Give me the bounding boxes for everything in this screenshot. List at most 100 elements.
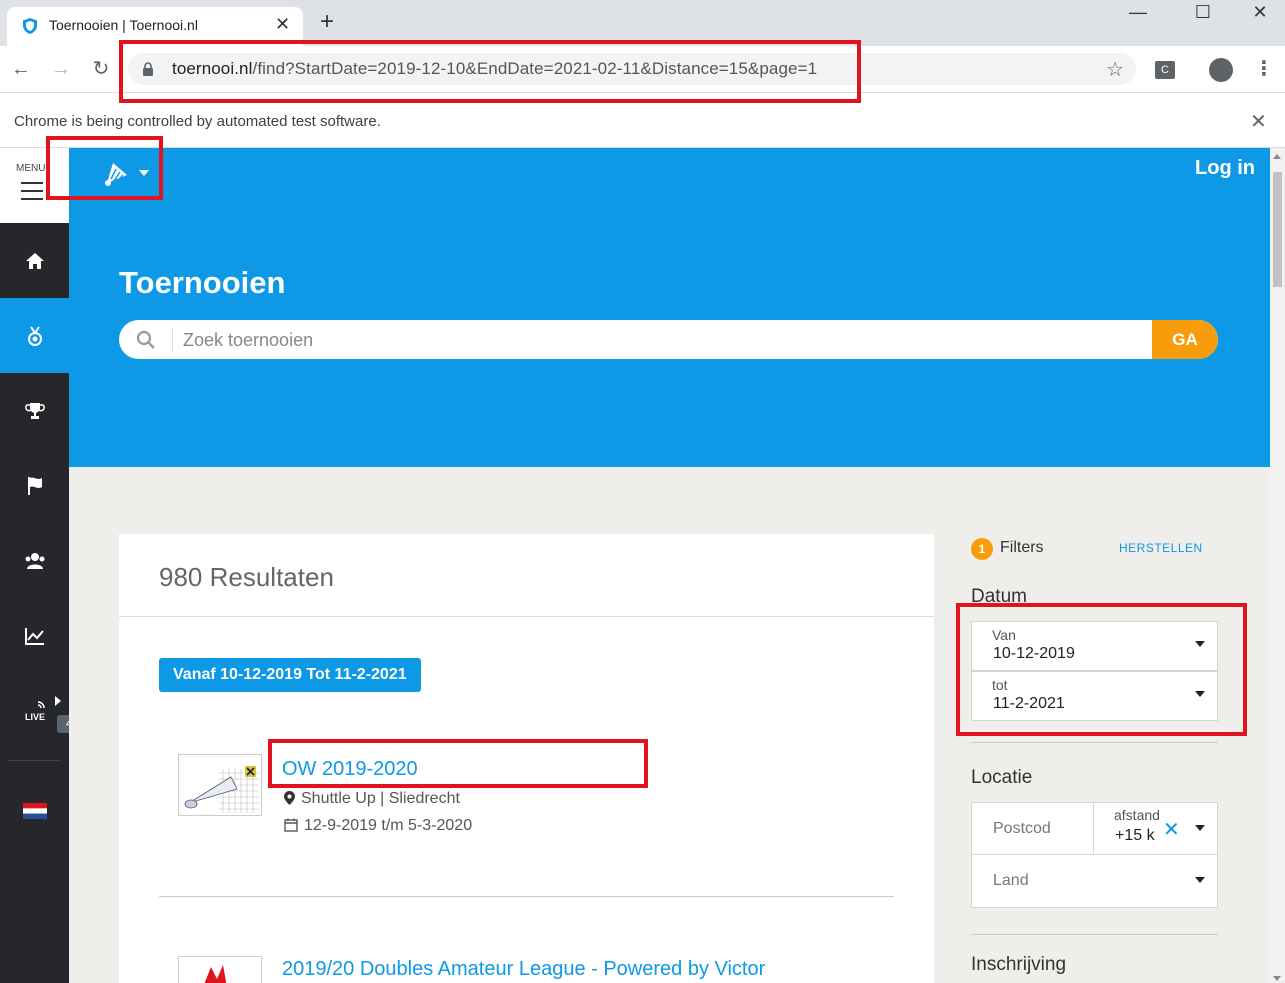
reset-filters-link[interactable]: HERSTELLEN bbox=[1119, 541, 1203, 555]
calendar-icon bbox=[284, 818, 298, 832]
address-bar[interactable]: toernooi.nl/find?StartDate=2019-12-10&En… bbox=[128, 53, 1136, 85]
tournament-title-link[interactable]: OW 2019-2020 bbox=[282, 758, 418, 781]
clear-distance-icon[interactable]: ✕ bbox=[1163, 817, 1180, 842]
nav-tournaments[interactable] bbox=[0, 298, 69, 373]
scroll-thumb[interactable] bbox=[1273, 172, 1282, 287]
filter-count-badge: 1 bbox=[971, 538, 993, 560]
browser-tab[interactable]: Toernooien | Toernooi.nl ✕ bbox=[7, 7, 303, 46]
filters-label: Filters bbox=[1000, 539, 1044, 556]
extension-icon[interactable]: C bbox=[1155, 61, 1175, 79]
country-placeholder: Land bbox=[993, 872, 1029, 889]
nav-players[interactable] bbox=[0, 523, 69, 598]
date-to-select[interactable]: tot 11-2-2021 bbox=[971, 671, 1218, 721]
nav-live[interactable]: LIVE bbox=[0, 673, 69, 748]
url-text: toernooi.nl/find?StartDate=2019-12-10&En… bbox=[172, 59, 818, 78]
automation-infobar: Chrome is being controlled by automated … bbox=[0, 93, 1285, 148]
maximize-icon[interactable]: ☐ bbox=[1183, 2, 1223, 26]
medal-icon bbox=[27, 325, 42, 346]
page-scrollbar[interactable] bbox=[1270, 148, 1285, 983]
profile-icon[interactable] bbox=[1209, 58, 1233, 82]
scroll-down-icon[interactable] bbox=[1273, 976, 1281, 981]
more-menu-icon[interactable]: ⋮ bbox=[1254, 56, 1274, 82]
users-icon bbox=[25, 552, 44, 569]
menu-button[interactable]: MENU bbox=[0, 148, 69, 223]
tournament-logo[interactable] bbox=[178, 754, 262, 816]
shield-favicon-icon bbox=[23, 18, 37, 34]
expand-arrow-icon[interactable] bbox=[54, 696, 62, 706]
left-navigation: MENU LIVE 4 bbox=[0, 148, 81, 983]
nav-language[interactable] bbox=[0, 773, 69, 848]
sport-switch-button[interactable] bbox=[87, 154, 157, 192]
hamburger-icon bbox=[21, 182, 43, 206]
caret-down-icon bbox=[1195, 691, 1205, 697]
minimize-icon[interactable]: — bbox=[1118, 2, 1158, 26]
distance-select[interactable]: afstand +15 k ✕ bbox=[1093, 802, 1218, 855]
tab-title: Toernooien | Toernooi.nl bbox=[49, 17, 198, 33]
browser-tabstrip: Toernooien | Toernooi.nl ✕ + — ☐ ✕ bbox=[0, 0, 1285, 46]
shuttlecock-icon bbox=[105, 163, 127, 186]
postcode-placeholder: Postcod bbox=[993, 820, 1051, 837]
datum-title: Datum bbox=[971, 586, 1027, 607]
search-input[interactable] bbox=[183, 326, 1143, 354]
date-from-value: 10-12-2019 bbox=[993, 645, 1075, 662]
section-divider bbox=[971, 934, 1218, 935]
country-select[interactable]: Land bbox=[971, 854, 1218, 908]
tab-close-icon[interactable]: ✕ bbox=[275, 14, 290, 35]
card-divider bbox=[119, 616, 934, 617]
login-link[interactable]: Log in bbox=[1195, 157, 1255, 180]
infobar-text: Chrome is being controlled by automated … bbox=[14, 113, 381, 130]
scroll-up-icon[interactable] bbox=[1273, 154, 1281, 159]
infobar-close-icon[interactable]: ✕ bbox=[1250, 109, 1267, 134]
close-window-icon[interactable]: ✕ bbox=[1240, 2, 1280, 26]
tournament-title-link[interactable]: 2019/20 Doubles Amateur League - Powered… bbox=[282, 958, 765, 981]
locatie-title: Locatie bbox=[971, 767, 1033, 788]
date-from-select[interactable]: Van 10-12-2019 bbox=[971, 621, 1218, 671]
lock-icon bbox=[143, 62, 153, 76]
new-tab-icon[interactable]: + bbox=[320, 10, 334, 34]
results-panel: 980 Resultaten Vanaf 10-12-2019 Tot 11-2… bbox=[119, 534, 934, 983]
caret-down-icon bbox=[1195, 825, 1205, 831]
home-icon bbox=[25, 252, 44, 269]
search-bar: GA bbox=[119, 320, 1218, 359]
caret-down-icon bbox=[1195, 877, 1205, 883]
nav-rankings[interactable] bbox=[0, 598, 69, 673]
tournament-dates: 12-9-2019 t/m 5-3-2020 bbox=[284, 817, 472, 835]
league-logo-image bbox=[179, 957, 261, 983]
browser-toolbar: ← → ↻ toernooi.nl/find?StartDate=2019-12… bbox=[0, 46, 1285, 93]
forward-icon[interactable]: → bbox=[48, 56, 74, 82]
dutch-flag-icon bbox=[22, 802, 47, 819]
back-icon[interactable]: ← bbox=[8, 56, 34, 82]
page-header: Log in Toernooien GA bbox=[69, 148, 1285, 467]
caret-down-icon bbox=[1195, 641, 1205, 647]
map-pin-icon bbox=[284, 791, 295, 805]
club-logo-image bbox=[181, 757, 261, 815]
date-from-label: Van bbox=[992, 627, 1016, 643]
search-submit-button[interactable]: GA bbox=[1152, 320, 1218, 359]
postcode-input[interactable]: Postcod bbox=[971, 802, 1094, 855]
tournament-location: Shuttle Up | Sliedrecht bbox=[284, 790, 460, 808]
results-count: 980 Resultaten bbox=[159, 562, 334, 592]
reload-icon[interactable]: ↻ bbox=[88, 56, 114, 82]
date-to-label: tot bbox=[992, 677, 1008, 693]
chevron-down-icon bbox=[139, 170, 149, 176]
nav-clubs[interactable] bbox=[0, 448, 69, 523]
nav-leagues[interactable] bbox=[0, 373, 69, 448]
svg-text:LIVE: LIVE bbox=[25, 712, 45, 722]
date-to-value: 11-2-2021 bbox=[993, 695, 1065, 712]
page-title: Toernooien bbox=[119, 265, 286, 300]
tournament-logo[interactable] bbox=[178, 956, 262, 983]
flag-icon bbox=[27, 476, 42, 495]
menu-label: MENU bbox=[16, 163, 46, 174]
distance-value: +15 k bbox=[1115, 827, 1155, 844]
search-icon bbox=[136, 330, 155, 349]
inschrijving-title: Inschrijving bbox=[971, 954, 1067, 975]
bookmark-star-icon[interactable]: ☆ bbox=[1106, 57, 1124, 82]
chart-icon bbox=[24, 627, 44, 645]
row-divider bbox=[159, 896, 894, 897]
distance-label: afstand bbox=[1114, 807, 1160, 823]
section-divider bbox=[971, 742, 1218, 743]
date-filter-chip[interactable]: Vanaf 10-12-2019 Tot 11-2-2021 bbox=[159, 658, 421, 692]
live-icon: LIVE bbox=[25, 700, 45, 722]
nav-home[interactable] bbox=[0, 223, 69, 298]
search-divider bbox=[172, 328, 173, 352]
